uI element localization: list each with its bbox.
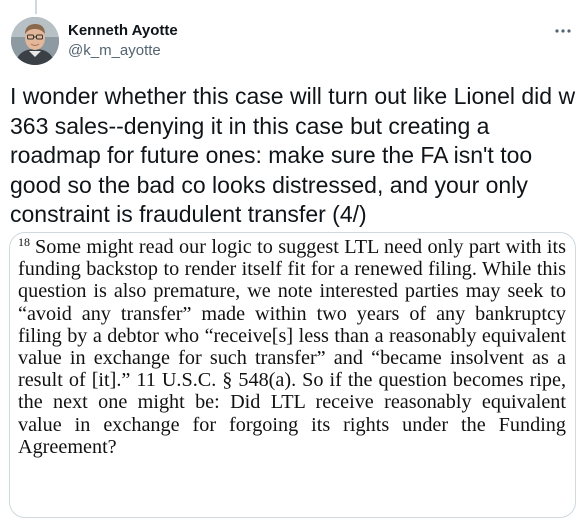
footnote-number: 18 xyxy=(18,235,30,249)
ellipsis-icon xyxy=(555,29,571,33)
excerpt-text: Some might read our logic to suggest LTL… xyxy=(18,236,566,458)
tweet-media-image[interactable]: 18 Some might read our logic to suggest L… xyxy=(9,232,576,518)
thread-connector-line xyxy=(35,0,37,14)
tweet-text: I wonder whether this case will turn out… xyxy=(10,83,576,227)
avatar[interactable] xyxy=(11,17,59,65)
legal-excerpt: 18 Some might read our logic to suggest L… xyxy=(18,236,566,458)
profile-photo-icon xyxy=(11,17,59,65)
more-options-button[interactable] xyxy=(548,20,578,42)
author-handle[interactable]: @k_m_ayotte xyxy=(68,42,161,59)
author-display-name[interactable]: Kenneth Ayotte xyxy=(68,22,178,39)
